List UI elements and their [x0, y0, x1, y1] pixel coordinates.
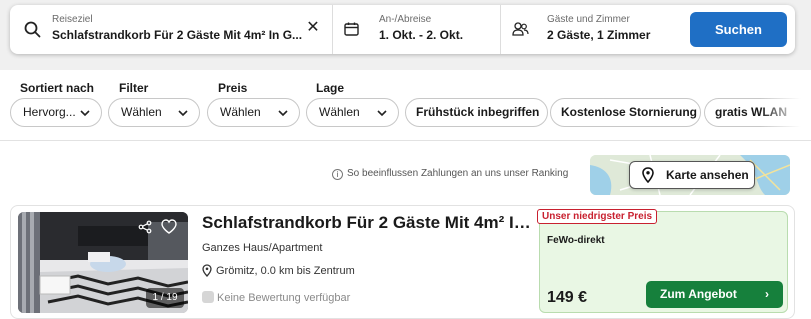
- sort-label: Sortiert nach: [20, 81, 95, 95]
- view-map-label: Karte ansehen: [666, 168, 749, 182]
- chip-breakfast[interactable]: Frühstück inbegriffen: [405, 98, 548, 127]
- chip-scroll-fade: [760, 98, 811, 127]
- hotel-location: Grömitz, 0.0 km bis Zentrum: [202, 264, 355, 277]
- location-label: Lage: [316, 81, 345, 95]
- guests-icon: [512, 22, 529, 36]
- sort-group: Sortiert nach: [20, 81, 94, 96]
- filter-group: Filter: [119, 81, 148, 96]
- price-dropdown[interactable]: Wählen: [207, 98, 300, 127]
- share-icon[interactable]: [138, 220, 152, 234]
- chevron-down-icon: [80, 110, 90, 117]
- view-deal-label: Zum Angebot: [660, 287, 737, 301]
- dates-label: An-/Abreise: [379, 14, 432, 25]
- hotel-location-text: Grömitz, 0.0 km bis Zentrum: [216, 265, 355, 277]
- sort-value: Hervorg...: [23, 105, 76, 119]
- location-dropdown[interactable]: Wählen: [306, 98, 399, 127]
- hotel-rating-text: Keine Bewertung verfügbar: [217, 292, 351, 304]
- offer-provider: FeWo-direkt: [547, 235, 605, 246]
- chevron-right-icon: ›: [765, 287, 769, 301]
- hotel-title[interactable]: Schlafstrandkorb Für 2 Gäste Mit 4m² In …: [202, 213, 535, 233]
- hotel-photo[interactable]: 1 / 19: [18, 212, 188, 313]
- filter-bar: Sortiert nach Hervorg... Filter Wählen P…: [0, 70, 811, 140]
- location-group: Lage: [316, 81, 344, 96]
- hotel-type: Ganzes Haus/Apartment: [202, 242, 323, 254]
- filter-value: Wählen: [121, 105, 162, 119]
- sort-dropdown[interactable]: Hervorg...: [10, 98, 102, 127]
- search-bar: Reiseziel Schlafstrandkorb Für 2 Gäste M…: [10, 5, 795, 54]
- guests-label: Gäste und Zimmer: [547, 14, 630, 25]
- ranking-note-text: So beeinflussen Zahlungen an uns unser R…: [347, 168, 569, 179]
- location-pin-icon: [202, 264, 212, 277]
- info-icon: i: [332, 169, 343, 180]
- destination-value: Schlafstrandkorb Für 2 Gäste Mit 4m² In …: [52, 28, 303, 42]
- price-label: Preis: [218, 81, 248, 95]
- location-value: Wählen: [319, 105, 360, 119]
- view-deal-button[interactable]: Zum Angebot ›: [646, 281, 783, 308]
- guests-field[interactable]: Gäste und Zimmer 2 Gäste, 1 Zimmer: [501, 5, 681, 54]
- chevron-down-icon: [278, 110, 288, 117]
- search-icon: [24, 21, 41, 38]
- price-value: Wählen: [220, 105, 261, 119]
- dates-field[interactable]: An-/Abreise 1. Okt. - 2. Okt.: [333, 5, 501, 54]
- chip-free-cancellation[interactable]: Kostenlose Stornierung: [550, 98, 701, 127]
- dates-value: 1. Okt. - 2. Okt.: [379, 28, 464, 42]
- hotel-rating: Keine Bewertung verfügbar: [202, 291, 350, 304]
- destination-label: Reiseziel: [52, 14, 93, 25]
- filter-label: Filter: [119, 81, 149, 95]
- price-group: Preis: [218, 81, 247, 96]
- destination-field[interactable]: Reiseziel Schlafstrandkorb Für 2 Gäste M…: [10, 5, 333, 54]
- clear-destination-button[interactable]: ✕: [305, 20, 321, 36]
- view-map-button[interactable]: Karte ansehen: [629, 161, 755, 189]
- rating-badge-icon: [202, 291, 214, 303]
- lowest-price-badge: Unser niedrigster Preis: [537, 209, 658, 224]
- divider: [0, 140, 811, 141]
- hotel-result-card[interactable]: 1 / 19 Schlafstrandkorb Für 2 Gäste Mit …: [10, 205, 795, 319]
- calendar-icon: [344, 22, 359, 36]
- chevron-down-icon: [178, 110, 188, 117]
- search-button[interactable]: Suchen: [690, 12, 787, 47]
- search-area: Reiseziel Schlafstrandkorb Für 2 Gäste M…: [0, 0, 811, 70]
- guests-value: 2 Gäste, 1 Zimmer: [547, 28, 651, 42]
- offer-price: 149 €: [547, 289, 588, 306]
- ranking-note[interactable]: i So beeinflussen Zahlungen an uns unser …: [332, 168, 568, 180]
- chevron-down-icon: [377, 110, 387, 117]
- map-pin-icon: [642, 167, 654, 183]
- photo-counter: 1 / 19: [146, 288, 184, 308]
- offer-box[interactable]: Unser niedrigster Preis FeWo-direkt 149 …: [537, 209, 788, 313]
- filter-dropdown[interactable]: Wählen: [108, 98, 200, 127]
- heart-icon[interactable]: [161, 219, 177, 234]
